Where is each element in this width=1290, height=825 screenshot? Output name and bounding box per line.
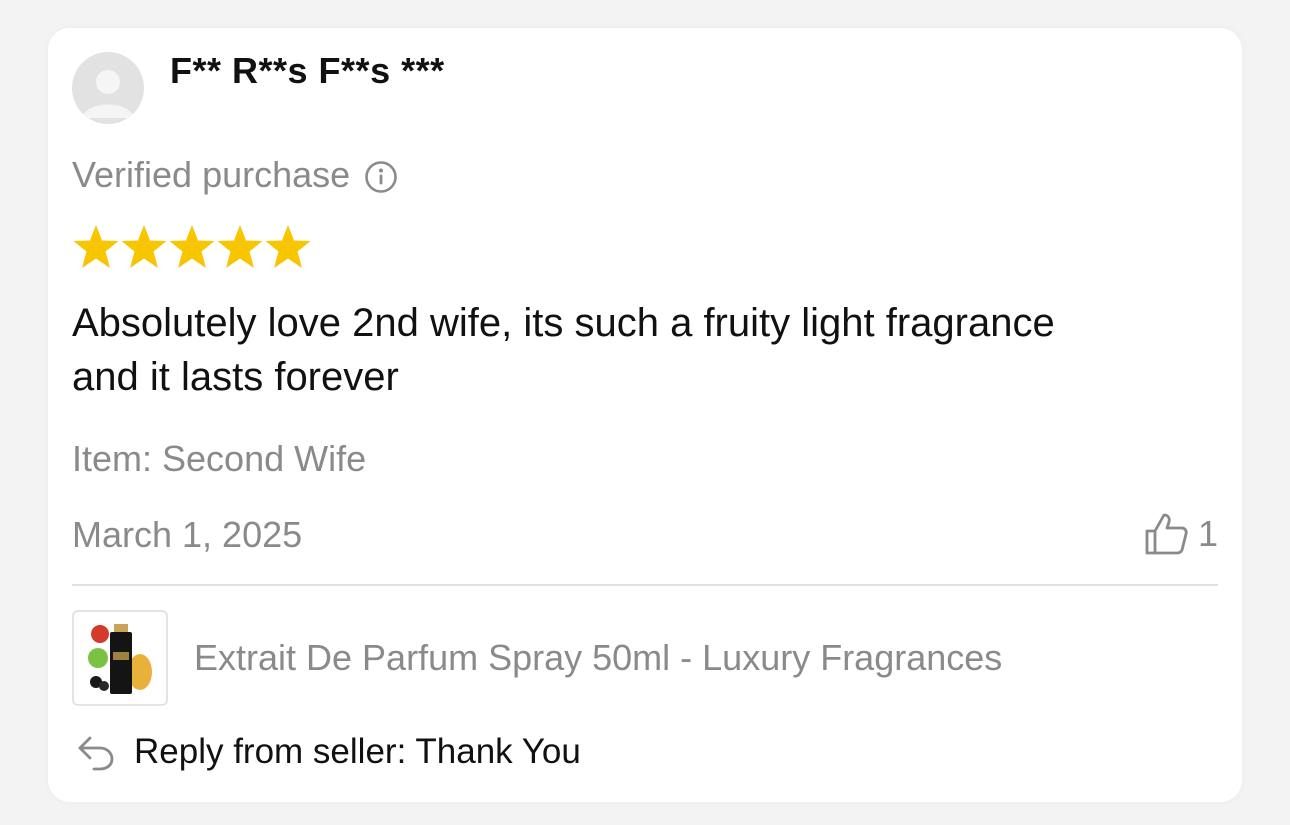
helpful-button[interactable]: 1 — [1144, 512, 1218, 556]
review-header: F** R**s F**s *** — [72, 50, 445, 124]
perfume-bottle-image — [88, 624, 152, 694]
product-title[interactable]: Extrait De Parfum Spray 50ml - Luxury Fr… — [194, 637, 1002, 679]
star-rating — [72, 223, 312, 271]
star-icon — [73, 225, 119, 268]
star-icon — [217, 225, 263, 268]
user-placeholder-icon — [82, 70, 134, 118]
product-thumbnail[interactable] — [72, 610, 168, 706]
thumbs-up-icon — [1145, 513, 1188, 555]
divider — [72, 584, 1218, 586]
verified-purchase-label: Verified purchase — [72, 154, 351, 195]
product-link[interactable]: Extrait De Parfum Spray 50ml - Luxury Fr… — [72, 610, 1002, 706]
star-icon — [265, 225, 311, 268]
verified-purchase: Verified purchase — [72, 154, 398, 196]
review-date: March 1, 2025 — [72, 514, 303, 555]
avatar — [72, 52, 144, 124]
info-circle-icon[interactable] — [364, 160, 398, 194]
seller-reply-text: Reply from seller: Thank You — [134, 732, 581, 771]
review-card: F** R**s F**s *** Verified purchase Abso… — [48, 28, 1242, 802]
helpful-count: 1 — [1197, 513, 1218, 554]
star-icon — [169, 225, 215, 268]
review-text: Absolutely love 2nd wife, its such a fru… — [72, 301, 1055, 399]
item-variant: Item: Second Wife — [72, 438, 367, 479]
reply-arrow-icon — [78, 736, 114, 771]
reviewer-name: F** R**s F**s *** — [170, 50, 445, 91]
seller-reply: Reply from seller: Thank You — [76, 732, 581, 772]
star-icon — [121, 225, 167, 268]
